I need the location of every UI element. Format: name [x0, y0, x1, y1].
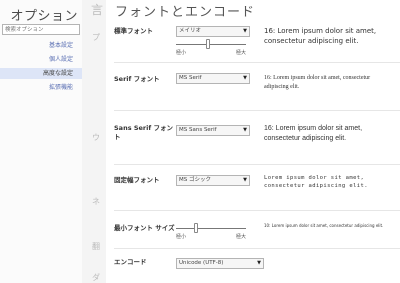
fixed-font-preview: Lorem ipsum dolor sit amet, consectetur …: [264, 175, 368, 189]
standard-font-label: 標準フォント: [114, 27, 153, 35]
sidebar-item-advanced[interactable]: 高度な設定: [0, 68, 82, 79]
sidebar-item-extensions[interactable]: 拡張機能: [0, 82, 82, 93]
background-label-char: ウ: [92, 133, 100, 142]
sans-serif-font-label: Sans Serif フォント: [114, 124, 173, 141]
chevron-down-icon: ▼: [243, 75, 247, 81]
minimum-font-size-label: 最小フォント サイズ: [114, 224, 175, 232]
encoding-value: Unicode (UTF-8): [179, 260, 224, 266]
sidebar-title: オプション: [10, 9, 78, 24]
background-label-char: ダ: [92, 273, 100, 282]
chevron-down-icon: ▼: [257, 260, 261, 266]
search-input[interactable]: [2, 24, 80, 35]
serif-font-label: Serif フォント: [114, 75, 160, 83]
chevron-down-icon: ▼: [243, 177, 247, 183]
slider-track: [176, 228, 246, 229]
encoding-label: エンコード: [114, 258, 147, 266]
standard-font-value: メイリオ: [179, 28, 202, 34]
slider-max-label: 極大: [235, 234, 246, 240]
serif-font-value: MS Serif: [179, 75, 202, 81]
sidebar: オプション 基本設定 個人設定 高度な設定 拡張機能: [0, 0, 82, 283]
background-page: 言 プ ウ ネ 翻 ダ: [82, 0, 106, 283]
page-title: フォントとエンコード: [115, 5, 256, 20]
font-size-slider[interactable]: 極小 極大: [176, 38, 246, 56]
serif-font-select[interactable]: MS Serif ▼: [176, 73, 250, 84]
slider-min-label: 極小: [176, 234, 187, 240]
sidebar-item-personal[interactable]: 個人設定: [0, 54, 82, 65]
slider-track: [176, 44, 246, 45]
divider: [114, 164, 400, 165]
fixed-font-value: MS ゴシック: [179, 177, 211, 183]
background-heading-char: 言: [91, 3, 104, 17]
slider-thumb[interactable]: [194, 223, 198, 233]
fixed-font-label: 固定幅フォント: [114, 176, 160, 184]
divider: [114, 210, 400, 211]
serif-font-preview: 16: Lorem ipsum dolor sit amet, consecte…: [264, 75, 371, 90]
standard-font-select[interactable]: メイリオ ▼: [176, 26, 250, 37]
slider-max-label: 極大: [235, 50, 246, 56]
background-label-char: 翻: [92, 242, 100, 251]
encoding-select[interactable]: Unicode (UTF-8) ▼: [176, 258, 264, 269]
fonts-encoding-panel: フォントとエンコード 標準フォント メイリオ ▼ 極小 極大 16: Lorem…: [106, 0, 400, 283]
sidebar-item-basic[interactable]: 基本設定: [0, 40, 82, 51]
chevron-down-icon: ▼: [243, 127, 247, 133]
divider: [114, 110, 400, 111]
sans-serif-font-value: MS Sans Serif: [179, 127, 217, 133]
chevron-down-icon: ▼: [243, 28, 247, 34]
slider-min-label: 極小: [176, 50, 187, 56]
sans-serif-font-preview: 16: Lorem ipsum dolor sit amet, consecte…: [264, 125, 363, 142]
sans-serif-font-select[interactable]: MS Sans Serif ▼: [176, 125, 250, 136]
divider: [114, 62, 400, 63]
minimum-font-preview: 10: Lorem ipsum dolor sit amet, consecte…: [264, 223, 384, 228]
slider-thumb[interactable]: [206, 39, 210, 49]
background-label-char: プ: [92, 33, 100, 42]
standard-font-preview: 16: Lorem ipsum dolor sit amet, consecte…: [264, 27, 377, 45]
divider: [114, 248, 400, 249]
minimum-font-size-slider[interactable]: 極小 極大: [176, 222, 246, 240]
background-label-char: ネ: [92, 197, 100, 206]
fixed-font-select[interactable]: MS ゴシック ▼: [176, 175, 250, 186]
